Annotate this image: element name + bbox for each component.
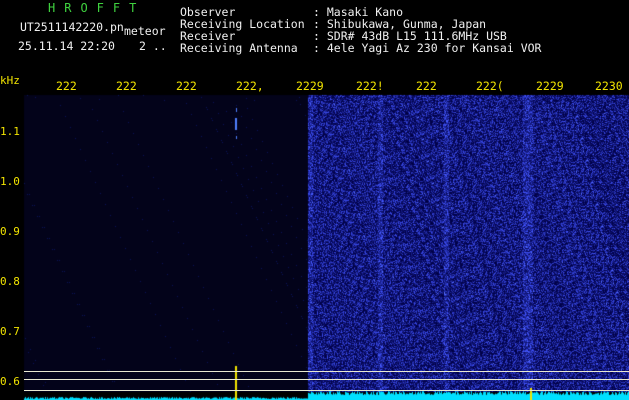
y-tick-label: 0.8	[0, 275, 20, 288]
x-tick-label: 222	[116, 79, 137, 93]
x-tick-label: 2229	[536, 79, 564, 93]
antenna-value: : 4ele Yagi Az 230 for Kansai VOR	[313, 41, 542, 55]
reference-line-middle	[24, 379, 629, 380]
y-tick-label: 1.0	[0, 175, 20, 188]
x-tick-label: 222,	[236, 79, 264, 93]
x-tick-label: 222!	[356, 79, 384, 93]
y-tick-label: 0.7	[0, 325, 20, 338]
x-tick-label: 222	[416, 79, 437, 93]
x-tick-label: 2230	[595, 79, 623, 93]
y-tick-label: 1.1	[0, 125, 20, 138]
brand-label: HROFFT	[48, 1, 146, 15]
spectrogram	[0, 0, 629, 400]
y-tick-label: 0.6	[0, 375, 20, 388]
filename-label: UT2511142220.pn	[20, 20, 124, 34]
datetime-label: 25.11.14 22:20	[18, 39, 115, 53]
reference-line-upper	[24, 371, 629, 372]
y-axis-unit: kHz	[0, 74, 20, 87]
x-tick-label: 222(	[476, 79, 504, 93]
x-tick-label: 222	[176, 79, 197, 93]
counter-label: 2 ..	[139, 39, 167, 53]
antenna-label: Receiving Antenna	[180, 41, 298, 55]
x-tick-label: 222	[56, 79, 77, 93]
x-tick-label: 2229	[296, 79, 324, 93]
tag-label: meteor	[124, 24, 166, 38]
y-tick-label: 0.9	[0, 225, 20, 238]
reference-line-lower	[24, 390, 629, 391]
